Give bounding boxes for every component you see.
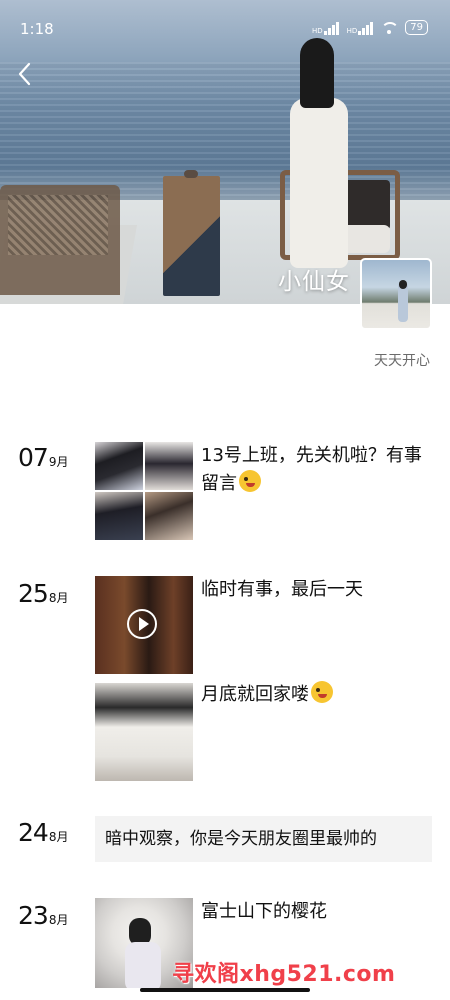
grid-image[interactable]: [95, 442, 143, 490]
post-date: 079月: [18, 443, 68, 472]
caption-text: 月底就回家喽: [201, 684, 309, 705]
profile-signature: 天天开心: [374, 353, 430, 369]
battery-level: 79: [410, 21, 423, 33]
grid-image[interactable]: [145, 492, 193, 540]
video-thumbnail[interactable]: [95, 576, 193, 674]
profile-name: 小仙女: [278, 269, 350, 295]
post-caption[interactable]: 月底就回家喽: [201, 681, 437, 709]
post-caption[interactable]: 富士山下的樱花: [201, 898, 437, 926]
date-day: 25: [18, 579, 49, 608]
grid-image[interactable]: [145, 442, 193, 490]
chevron-left-icon: [18, 62, 31, 86]
post-date: 238月: [18, 901, 68, 930]
watermark: 寻欢阁xhg521.com: [172, 962, 396, 987]
date-month: 8月: [48, 591, 69, 605]
signal-icon: [358, 21, 374, 35]
winking-tongue-emoji-icon: [239, 470, 261, 492]
wifi-icon: [381, 21, 400, 34]
signal-icon: [323, 21, 339, 35]
status-icons: HD HD 79: [312, 20, 428, 35]
battery-icon: 79: [405, 20, 428, 35]
image-grid[interactable]: [95, 442, 193, 540]
post-caption[interactable]: 13号上班，先关机啦？有事留言: [201, 442, 437, 498]
hd-label: HD: [346, 26, 358, 35]
post-caption[interactable]: 临时有事，最后一天: [201, 576, 437, 604]
thinking-emoji-icon: [311, 681, 333, 703]
chair-left: [0, 185, 120, 295]
date-day: 23: [18, 901, 49, 930]
caption-text: 13号上班，先关机啦？有事留言: [201, 445, 422, 494]
avatar[interactable]: [360, 258, 432, 330]
side-table: [163, 170, 220, 296]
date-month: 8月: [48, 830, 69, 844]
back-button[interactable]: [14, 60, 36, 88]
date-month: 8月: [48, 913, 69, 927]
date-day: 24: [18, 818, 49, 847]
status-time: 1:18: [20, 20, 54, 38]
date-day: 07: [18, 443, 49, 472]
text-post-card[interactable]: 暗中观察，你是今天朋友圈里最帅的: [95, 816, 432, 862]
grid-image[interactable]: [95, 492, 143, 540]
post-date: 248月: [18, 818, 68, 847]
play-icon[interactable]: [127, 609, 157, 639]
image-thumbnail[interactable]: [95, 683, 193, 781]
home-indicator[interactable]: [140, 988, 310, 992]
person-figure: [286, 38, 356, 268]
date-month: 9月: [48, 455, 69, 469]
hd-label: HD: [311, 26, 323, 35]
post-date: 258月: [18, 579, 68, 608]
